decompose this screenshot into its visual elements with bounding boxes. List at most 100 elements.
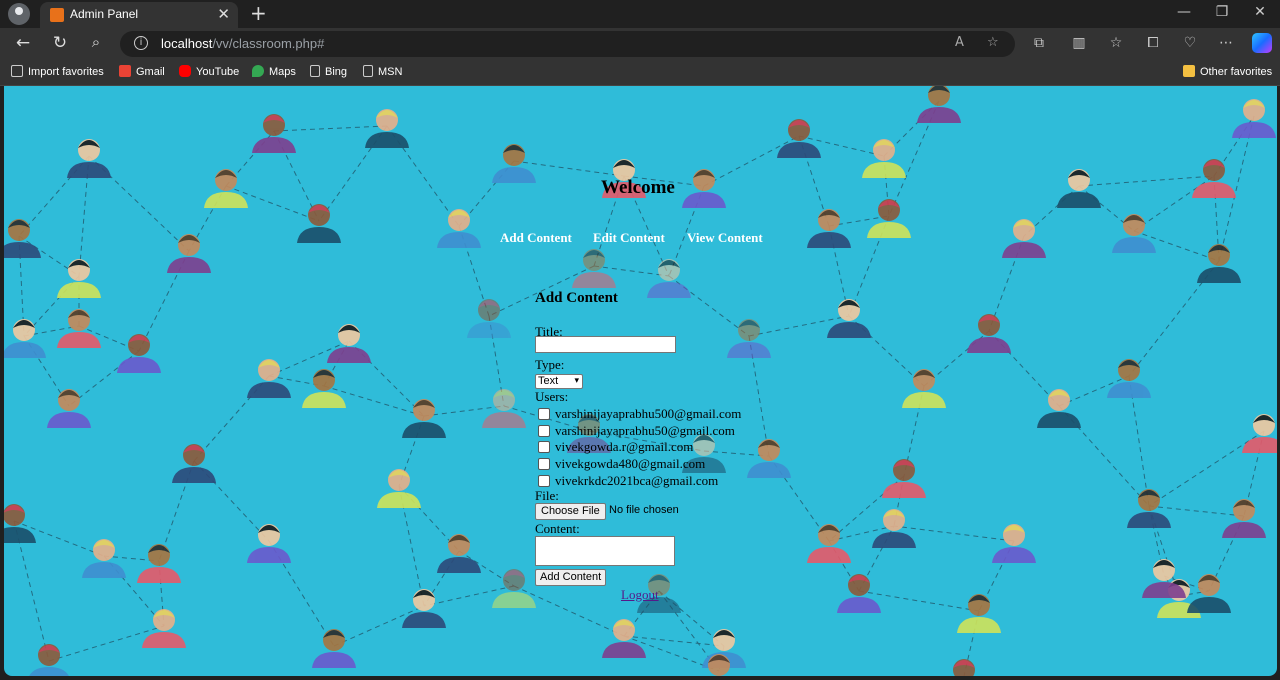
person-avatar-icon xyxy=(312,629,356,668)
person-avatar-icon xyxy=(377,469,421,508)
person-avatar-icon xyxy=(402,589,446,628)
person-avatar-icon xyxy=(917,86,961,123)
user-checkbox[interactable] xyxy=(538,475,550,487)
person-avatar-icon xyxy=(727,319,771,358)
person-avatar-icon xyxy=(647,259,691,298)
read-aloud-icon[interactable]: A xyxy=(955,35,964,50)
person-avatar-icon xyxy=(172,444,216,483)
person-avatar-icon xyxy=(827,299,871,338)
bookmark-bing[interactable]: Bing xyxy=(310,65,347,78)
favorites-icon[interactable]: ☆ xyxy=(1105,35,1127,51)
person-avatar-icon xyxy=(1187,574,1231,613)
back-icon[interactable]: ← xyxy=(11,33,35,53)
browser-essentials-icon[interactable]: ♡ xyxy=(1179,35,1201,51)
person-avatar-icon xyxy=(492,144,536,183)
user-checkbox[interactable] xyxy=(538,458,550,470)
person-avatar-icon xyxy=(297,204,341,243)
close-icon[interactable]: ✕ xyxy=(217,5,230,23)
person-avatar-icon xyxy=(167,234,211,273)
maximize-icon[interactable]: ❐ xyxy=(1207,4,1237,20)
person-avatar-icon xyxy=(467,299,511,338)
person-avatar-icon xyxy=(57,259,101,298)
user-option: vivekrkdc2021bca@gmail.com xyxy=(538,473,798,489)
user-option: vivekgowda.r@gmail.com xyxy=(538,439,798,455)
page-viewport: Welcome Add Content Edit Content View Co… xyxy=(4,86,1277,676)
bookmark-gmail[interactable]: Gmail xyxy=(119,65,165,78)
person-avatar-icon xyxy=(1242,414,1277,453)
person-avatar-icon xyxy=(1222,499,1266,538)
user-checkbox[interactable] xyxy=(538,408,550,420)
user-option: vivekgowda480@gmail.com xyxy=(538,456,798,472)
bookmark-import-favorites[interactable]: Import favorites xyxy=(11,65,104,78)
person-avatar-icon xyxy=(872,509,916,548)
nav-view-content[interactable]: View Content xyxy=(687,230,763,246)
more-icon[interactable]: ⋯ xyxy=(1215,35,1237,51)
person-avatar-icon xyxy=(4,319,46,358)
title-input[interactable] xyxy=(535,336,676,353)
split-screen-icon[interactable]: ▥ xyxy=(1068,35,1090,51)
user-option: varshinijayaprabhu500@gmail.com xyxy=(538,406,798,422)
content-textarea[interactable] xyxy=(535,536,675,566)
person-avatar-icon xyxy=(47,389,91,428)
person-avatar-icon xyxy=(1192,159,1236,198)
reload-icon[interactable]: ↻ xyxy=(48,33,72,53)
chevron-down-icon: ▾ xyxy=(574,375,579,385)
profile-icon[interactable] xyxy=(8,3,30,25)
choose-file-button[interactable]: Choose File xyxy=(535,503,606,520)
window-close-icon[interactable]: ✕ xyxy=(1245,4,1275,20)
person-avatar-icon xyxy=(29,644,69,676)
file-label: File: xyxy=(535,488,559,503)
type-select[interactable]: Text ▾ xyxy=(535,374,583,389)
person-avatar-icon xyxy=(1232,99,1276,138)
person-avatar-icon xyxy=(1002,219,1046,258)
add-content-submit-button[interactable]: Add Content xyxy=(535,569,607,586)
bookmark-other-favorites[interactable]: Other favorites xyxy=(1183,65,1272,78)
bookmark-maps[interactable]: Maps xyxy=(252,65,296,78)
user-checkbox[interactable] xyxy=(538,425,550,437)
maps-icon xyxy=(252,65,264,77)
address-bar[interactable]: i localhost/vv/classroom.php# A ☆ xyxy=(120,31,1015,57)
person-avatar-icon xyxy=(992,524,1036,563)
minimize-icon[interactable]: — xyxy=(1169,4,1199,20)
extensions-icon[interactable]: ⧉ xyxy=(1028,35,1050,51)
add-content-form: Add Content Title: Type: Text ▾ Users: va… xyxy=(535,290,741,602)
person-avatar-icon xyxy=(602,619,646,658)
import-icon xyxy=(11,65,23,77)
page-icon xyxy=(310,65,320,77)
user-email: varshinijayaprabhu500@gmail.com xyxy=(555,406,742,421)
person-avatar-icon xyxy=(882,459,926,498)
user-email: vivekgowda.r@gmail.com xyxy=(555,439,694,454)
tab-bar: Admin Panel ✕ + — ❐ ✕ xyxy=(0,0,1280,28)
person-avatar-icon xyxy=(302,369,346,408)
tab-admin-panel[interactable]: Admin Panel ✕ xyxy=(40,2,238,28)
gmail-icon xyxy=(119,65,131,77)
person-avatar-icon xyxy=(4,504,36,543)
user-checkbox[interactable] xyxy=(538,441,550,453)
person-avatar-icon xyxy=(4,219,41,258)
person-avatar-icon xyxy=(247,359,291,398)
site-favicon-icon xyxy=(50,8,64,22)
nav-add-content[interactable]: Add Content xyxy=(500,230,572,246)
new-tab-icon[interactable]: + xyxy=(250,1,267,25)
users-label: Users: xyxy=(535,389,569,404)
favorite-star-icon[interactable]: ☆ xyxy=(987,35,999,50)
bookmarks-bar: Import favorites Gmail YouTube Maps Bing… xyxy=(0,60,1280,86)
bookmark-youtube[interactable]: YouTube xyxy=(179,65,239,78)
person-avatar-icon xyxy=(82,539,126,578)
search-icon[interactable]: ⌕ xyxy=(84,33,108,51)
person-avatar-icon xyxy=(1107,359,1151,398)
logout-link[interactable]: Logout xyxy=(621,587,659,603)
copilot-icon[interactable] xyxy=(1252,33,1272,53)
folder-icon xyxy=(1183,65,1195,77)
collections-icon[interactable]: ⧠ xyxy=(1142,35,1164,51)
bookmark-msn[interactable]: MSN xyxy=(363,65,402,78)
person-avatar-icon xyxy=(365,109,409,148)
page-title: Welcome xyxy=(601,177,675,198)
site-info-icon[interactable]: i xyxy=(134,36,148,50)
person-avatar-icon xyxy=(837,574,881,613)
youtube-icon xyxy=(179,65,191,77)
person-avatar-icon xyxy=(953,659,975,676)
person-avatar-icon xyxy=(967,314,1011,353)
nav-edit-content[interactable]: Edit Content xyxy=(593,230,665,246)
user-email: vivekrkdc2021bca@gmail.com xyxy=(555,473,719,488)
